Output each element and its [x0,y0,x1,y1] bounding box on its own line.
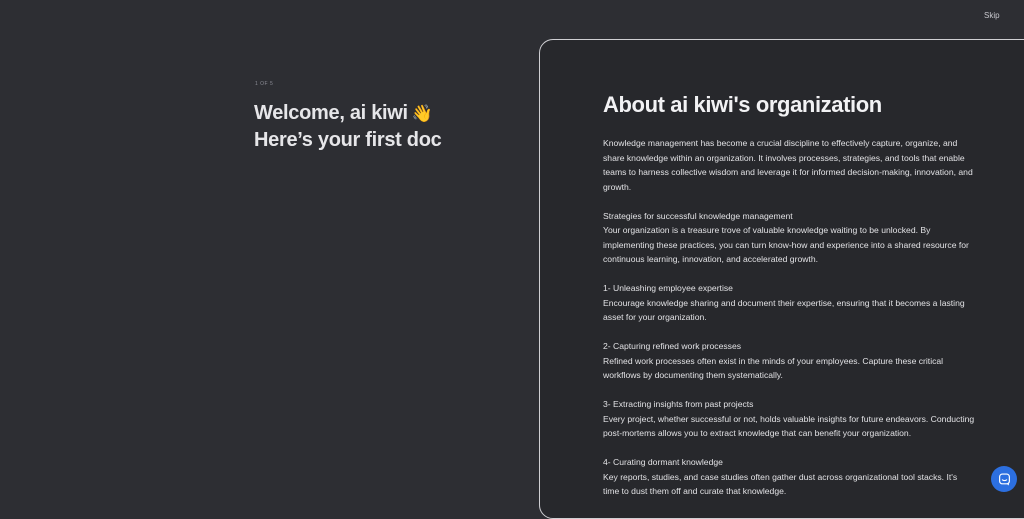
welcome-heading: Welcome, ai kiwi 👋 Here’s your first doc [254,100,524,153]
document-section: 4- Curating dormant knowledge Key report… [603,455,975,499]
section-heading: Strategies for successful knowledge mana… [603,210,793,221]
document-section: 2- Capturing refined work processes Refi… [603,339,975,383]
section-heading: 4- Curating dormant knowledge [603,457,723,467]
section-body: Refined work processes often exist in th… [603,355,944,381]
waving-hand-icon: 👋 [411,104,433,123]
section-heading: 1- Unleashing employee expertise [603,283,733,293]
step-indicator: 1 OF 5 [255,81,274,87]
document-section: 1- Unleashing employee expertise Encoura… [603,281,975,325]
section-body: Every project, whether successful or not… [603,413,975,439]
section-body: Your organization is a treasure trove of… [603,225,969,264]
document-title: About ai kiwi's organization [603,92,882,117]
section-heading: 2- Capturing refined work processes [603,341,742,351]
document-section: 3- Extracting insights from past project… [603,397,975,441]
welcome-line-1: Welcome, ai kiwi 👋 [254,100,524,127]
section-body: Encourage knowledge sharing and document… [603,297,965,323]
document-content: About ai kiwi's organization Knowledge m… [603,91,975,513]
document-intro: Knowledge management has become a crucia… [603,138,973,192]
chat-bubble-icon [998,472,1010,485]
chat-launcher-button[interactable] [991,466,1017,492]
welcome-line-2: Here’s your first doc [254,129,442,151]
document-preview-card[interactable]: About ai kiwi's organization Knowledge m… [539,39,1024,519]
document-section: Strategies for successful knowledge mana… [603,209,975,267]
section-body: Key reports, studies, and case studies o… [603,471,958,497]
section-heading: 3- Extracting insights from past project… [603,399,754,409]
skip-button[interactable]: Skip [984,11,1020,20]
welcome-text: Welcome, ai kiwi [254,102,408,124]
